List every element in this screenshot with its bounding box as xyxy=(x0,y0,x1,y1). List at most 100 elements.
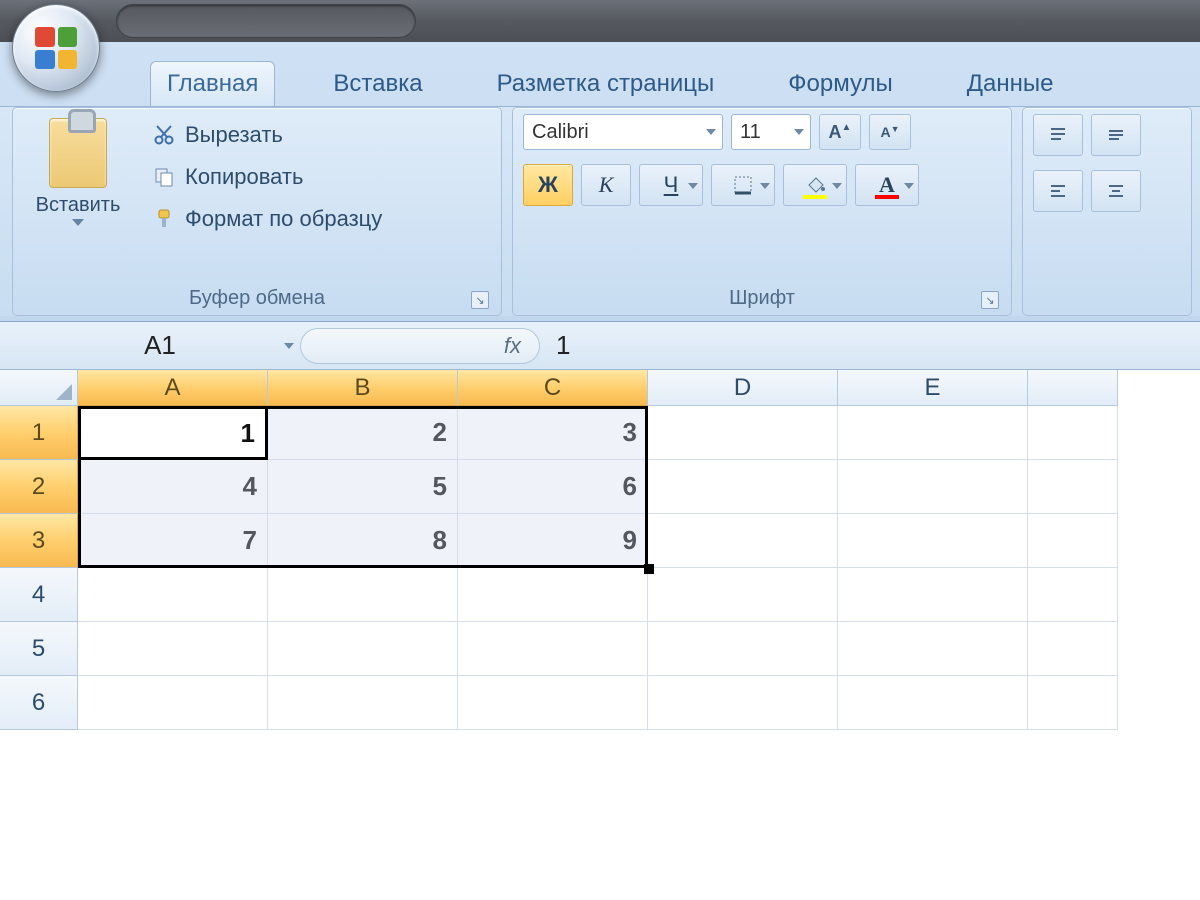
cell[interactable] xyxy=(458,622,648,676)
column-header-D[interactable]: D xyxy=(648,370,838,406)
select-all-button[interactable] xyxy=(0,370,78,406)
cell[interactable] xyxy=(648,676,838,730)
align-middle-button[interactable] xyxy=(1091,114,1141,156)
column-header-A[interactable]: A xyxy=(78,370,268,406)
row-header-1[interactable]: 1 xyxy=(0,406,78,460)
cell[interactable]: 9 xyxy=(458,514,648,568)
italic-label: К xyxy=(599,172,614,198)
cell[interactable]: 6 xyxy=(458,460,648,514)
cell[interactable]: 4 xyxy=(78,460,268,514)
name-box[interactable]: A1 xyxy=(30,326,290,366)
cell[interactable] xyxy=(838,460,1028,514)
cell[interactable] xyxy=(838,406,1028,460)
cell[interactable] xyxy=(1028,406,1118,460)
italic-button[interactable]: К xyxy=(581,164,631,206)
cell[interactable] xyxy=(648,622,838,676)
row-header-5[interactable]: 5 xyxy=(0,622,78,676)
cell[interactable]: 1 xyxy=(78,406,268,460)
column-header-E[interactable]: E xyxy=(838,370,1028,406)
cell[interactable] xyxy=(78,676,268,730)
align-center-icon xyxy=(1105,181,1127,201)
cell[interactable] xyxy=(1028,460,1118,514)
copy-button[interactable]: Копировать xyxy=(147,162,388,192)
underline-dropdown-icon xyxy=(688,183,698,189)
row-header-4[interactable]: 4 xyxy=(0,568,78,622)
group-font: Calibri 11 A▲ A▼ Ж К xyxy=(512,107,1012,316)
column-header-F[interactable] xyxy=(1028,370,1118,406)
cell[interactable] xyxy=(1028,676,1118,730)
paste-icon xyxy=(49,118,107,188)
cell[interactable] xyxy=(838,568,1028,622)
cell[interactable] xyxy=(1028,568,1118,622)
column-header-B[interactable]: B xyxy=(268,370,458,406)
shrink-font-button[interactable]: A▼ xyxy=(869,114,911,150)
cell[interactable] xyxy=(458,676,648,730)
cell[interactable] xyxy=(1028,514,1118,568)
cell[interactable] xyxy=(78,568,268,622)
font-launcher-button[interactable]: ↘ xyxy=(981,291,999,309)
cut-button[interactable]: Вырезать xyxy=(147,120,388,150)
copy-icon xyxy=(153,166,175,188)
tab-insert[interactable]: Вставка xyxy=(317,62,438,106)
underline-button[interactable]: Ч xyxy=(639,164,703,206)
font-color-button[interactable]: A xyxy=(855,164,919,206)
cell[interactable] xyxy=(1028,622,1118,676)
row-header-3[interactable]: 3 xyxy=(0,514,78,568)
cell[interactable] xyxy=(838,514,1028,568)
align-center-button[interactable] xyxy=(1091,170,1141,212)
cell[interactable] xyxy=(648,460,838,514)
column-header-C[interactable]: C xyxy=(458,370,648,406)
ribbon-tabs: Главная Вставка Разметка страницы Формул… xyxy=(0,56,1200,106)
formula-input[interactable]: 1 xyxy=(556,330,570,361)
font-name-combo[interactable]: Calibri xyxy=(523,114,723,150)
fill-color-dropdown-icon xyxy=(832,183,842,189)
row-header-2[interactable]: 2 xyxy=(0,460,78,514)
tab-data[interactable]: Данные xyxy=(951,62,1070,106)
office-button[interactable] xyxy=(12,4,100,92)
paste-button[interactable]: Вставить xyxy=(23,114,133,283)
row-header-6[interactable]: 6 xyxy=(0,676,78,730)
bucket-icon xyxy=(804,174,826,196)
cell[interactable] xyxy=(648,514,838,568)
format-painter-button[interactable]: Формат по образцу xyxy=(147,204,388,234)
borders-button[interactable] xyxy=(711,164,775,206)
clipboard-launcher-button[interactable]: ↘ xyxy=(471,291,489,309)
ribbon-groups: Вставить Вырезать Копировать Формат по о… xyxy=(0,106,1200,316)
cell[interactable] xyxy=(78,622,268,676)
bold-button[interactable]: Ж xyxy=(523,164,573,206)
fill-color-button[interactable] xyxy=(783,164,847,206)
cell[interactable] xyxy=(268,676,458,730)
cell[interactable] xyxy=(458,568,648,622)
fill-handle[interactable] xyxy=(644,564,654,574)
cell[interactable] xyxy=(648,568,838,622)
cell[interactable] xyxy=(268,622,458,676)
shrink-font-icon: A▼ xyxy=(880,124,899,140)
tab-home[interactable]: Главная xyxy=(150,61,275,106)
tab-formulas[interactable]: Формулы xyxy=(772,62,908,106)
cell[interactable] xyxy=(838,622,1028,676)
align-top-icon xyxy=(1047,125,1069,145)
tab-layout[interactable]: Разметка страницы xyxy=(481,62,731,106)
fill-color-swatch xyxy=(803,195,827,199)
grow-font-icon: A▲ xyxy=(829,122,852,143)
align-left-button[interactable] xyxy=(1033,170,1083,212)
font-color-dropdown-icon xyxy=(904,183,914,189)
paste-dropdown-icon xyxy=(72,219,84,226)
font-name-value: Calibri xyxy=(532,121,589,144)
cell[interactable] xyxy=(648,406,838,460)
insert-function-button[interactable]: fx xyxy=(300,328,540,364)
grow-font-button[interactable]: A▲ xyxy=(819,114,861,150)
cell[interactable]: 8 xyxy=(268,514,458,568)
cell[interactable]: 2 xyxy=(268,406,458,460)
cell[interactable] xyxy=(268,568,458,622)
copy-label: Копировать xyxy=(185,164,303,190)
cell[interactable]: 5 xyxy=(268,460,458,514)
font-size-combo[interactable]: 11 xyxy=(731,114,811,150)
font-name-dropdown-icon xyxy=(706,129,716,135)
fx-icon: fx xyxy=(504,333,521,359)
cell[interactable]: 3 xyxy=(458,406,648,460)
align-top-button[interactable] xyxy=(1033,114,1083,156)
cell[interactable] xyxy=(838,676,1028,730)
borders-icon xyxy=(732,174,754,196)
cell[interactable]: 7 xyxy=(78,514,268,568)
